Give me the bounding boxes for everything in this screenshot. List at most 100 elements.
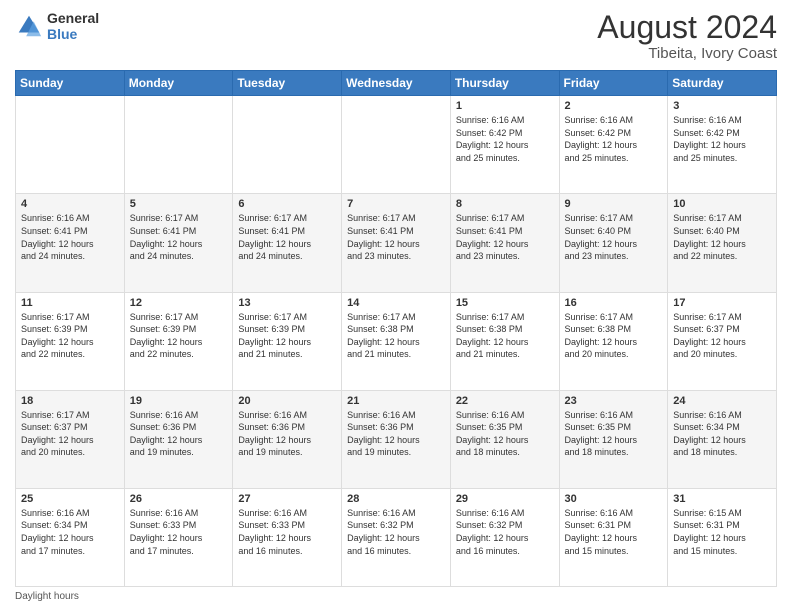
day-info: Sunrise: 6:16 AM Sunset: 6:42 PM Dayligh… [456,114,554,164]
day-info: Sunrise: 6:15 AM Sunset: 6:31 PM Dayligh… [673,507,771,557]
title-block: August 2024 Tibeita, Ivory Coast [597,10,777,62]
page: General Blue August 2024 Tibeita, Ivory … [0,0,792,612]
day-info: Sunrise: 6:16 AM Sunset: 6:35 PM Dayligh… [565,409,663,459]
day-number: 24 [673,395,771,407]
calendar-cell: 21 Sunrise: 6:16 AM Sunset: 6:36 PM Dayli… [342,390,451,488]
calendar-cell: 31 Sunrise: 6:15 AM Sunset: 6:31 PM Dayli… [668,488,777,586]
day-number: 1 [456,100,554,112]
calendar-cell: 3 Sunrise: 6:16 AM Sunset: 6:42 PM Daylig… [668,96,777,194]
day-number: 8 [456,198,554,210]
day-number: 20 [238,395,336,407]
day-info: Sunrise: 6:16 AM Sunset: 6:33 PM Dayligh… [130,507,228,557]
day-info: Sunrise: 6:16 AM Sunset: 6:36 PM Dayligh… [130,409,228,459]
day-info: Sunrise: 6:16 AM Sunset: 6:35 PM Dayligh… [456,409,554,459]
calendar-cell: 4Sunrise: 6:16 AM Sunset: 6:41 PM Daylig… [16,194,125,292]
day-number: 5 [130,198,228,210]
day-info: Sunrise: 6:16 AM Sunset: 6:32 PM Dayligh… [456,507,554,557]
calendar-cell: 18 Sunrise: 6:17 AM Sunset: 6:37 PM Dayli… [16,390,125,488]
day-info: Sunrise: 6:16 AM Sunset: 6:32 PM Dayligh… [347,507,445,557]
day-info: Sunrise: 6:16 AM Sunset: 6:36 PM Dayligh… [347,409,445,459]
day-info: Sunrise: 6:17 AM Sunset: 6:38 PM Dayligh… [347,311,445,361]
main-title: August 2024 [597,10,777,45]
calendar-cell: 23 Sunrise: 6:16 AM Sunset: 6:35 PM Dayli… [559,390,668,488]
footer-note: Daylight hours [15,591,777,602]
day-number: 10 [673,198,771,210]
day-of-week-header: Tuesday [233,71,342,96]
calendar-cell: 10Sunrise: 6:17 AM Sunset: 6:40 PM Dayli… [668,194,777,292]
day-of-week-header: Saturday [668,71,777,96]
calendar-cell: 27 Sunrise: 6:16 AM Sunset: 6:33 PM Dayli… [233,488,342,586]
logo-icon [15,12,43,40]
calendar-cell: 29 Sunrise: 6:16 AM Sunset: 6:32 PM Dayli… [450,488,559,586]
calendar-cell: 11 Sunrise: 6:17 AM Sunset: 6:39 PM Dayli… [16,292,125,390]
calendar-cell: 19 Sunrise: 6:16 AM Sunset: 6:36 PM Dayli… [124,390,233,488]
day-of-week-header: Friday [559,71,668,96]
calendar-cell: 8 Sunrise: 6:17 AM Sunset: 6:41 PM Daylig… [450,194,559,292]
day-info: Sunrise: 6:17 AM Sunset: 6:41 PM Dayligh… [456,212,554,262]
day-number: 2 [565,100,663,112]
day-info: Sunrise: 6:17 AM Sunset: 6:39 PM Dayligh… [21,311,119,361]
calendar-cell [342,96,451,194]
day-info: Sunrise: 6:17 AM Sunset: 6:41 PM Dayligh… [238,212,336,262]
day-info: Sunrise: 6:17 AM Sunset: 6:38 PM Dayligh… [565,311,663,361]
day-number: 30 [565,493,663,505]
day-info: Sunrise: 6:17 AM Sunset: 6:41 PM Dayligh… [130,212,228,262]
calendar-cell: 9 Sunrise: 6:17 AM Sunset: 6:40 PM Daylig… [559,194,668,292]
calendar-cell: 1 Sunrise: 6:16 AM Sunset: 6:42 PM Daylig… [450,96,559,194]
calendar-cell: 15 Sunrise: 6:17 AM Sunset: 6:38 PM Dayli… [450,292,559,390]
day-number: 15 [456,297,554,309]
day-number: 9 [565,198,663,210]
calendar-cell: 7 Sunrise: 6:17 AM Sunset: 6:41 PM Daylig… [342,194,451,292]
day-number: 19 [130,395,228,407]
day-number: 16 [565,297,663,309]
day-number: 23 [565,395,663,407]
calendar-cell: 6 Sunrise: 6:17 AM Sunset: 6:41 PM Daylig… [233,194,342,292]
day-info: Sunrise: 6:17 AM Sunset: 6:39 PM Dayligh… [130,311,228,361]
day-info: Sunrise: 6:16 AM Sunset: 6:34 PM Dayligh… [673,409,771,459]
calendar-cell: 5 Sunrise: 6:17 AM Sunset: 6:41 PM Daylig… [124,194,233,292]
day-info: Sunrise: 6:16 AM Sunset: 6:42 PM Dayligh… [565,114,663,164]
header: General Blue August 2024 Tibeita, Ivory … [15,10,777,62]
day-number: 3 [673,100,771,112]
day-number: 27 [238,493,336,505]
day-number: 29 [456,493,554,505]
day-number: 22 [456,395,554,407]
day-number: 13 [238,297,336,309]
day-info: Sunrise: 6:17 AM Sunset: 6:41 PM Dayligh… [347,212,445,262]
day-number: 7 [347,198,445,210]
calendar-cell: 14 Sunrise: 6:17 AM Sunset: 6:38 PM Dayli… [342,292,451,390]
day-info: Sunrise: 6:16 AM Sunset: 6:33 PM Dayligh… [238,507,336,557]
day-info: Sunrise: 6:17 AM Sunset: 6:37 PM Dayligh… [673,311,771,361]
calendar-cell: 30 Sunrise: 6:16 AM Sunset: 6:31 PM Dayli… [559,488,668,586]
calendar-cell: 26 Sunrise: 6:16 AM Sunset: 6:33 PM Dayli… [124,488,233,586]
day-info: Sunrise: 6:16 AM Sunset: 6:31 PM Dayligh… [565,507,663,557]
day-info: Sunrise: 6:17 AM Sunset: 6:37 PM Dayligh… [21,409,119,459]
day-info: Sunrise: 6:17 AM Sunset: 6:39 PM Dayligh… [238,311,336,361]
calendar-table: SundayMondayTuesdayWednesdayThursdayFrid… [15,70,777,587]
day-number: 21 [347,395,445,407]
calendar-cell: 13 Sunrise: 6:17 AM Sunset: 6:39 PM Dayli… [233,292,342,390]
day-number: 18 [21,395,119,407]
day-number: 17 [673,297,771,309]
day-number: 14 [347,297,445,309]
logo: General Blue [15,10,99,42]
calendar-cell [233,96,342,194]
day-number: 26 [130,493,228,505]
day-number: 25 [21,493,119,505]
day-info: Sunrise: 6:16 AM Sunset: 6:42 PM Dayligh… [673,114,771,164]
day-number: 6 [238,198,336,210]
day-number: 28 [347,493,445,505]
calendar-cell: 28 Sunrise: 6:16 AM Sunset: 6:32 PM Dayli… [342,488,451,586]
day-of-week-header: Thursday [450,71,559,96]
calendar-cell: 16 Sunrise: 6:17 AM Sunset: 6:38 PM Dayli… [559,292,668,390]
calendar-cell [16,96,125,194]
day-number: 12 [130,297,228,309]
day-info: Sunrise: 6:16 AM Sunset: 6:41 PM Dayligh… [21,212,119,262]
day-info: Sunrise: 6:17 AM Sunset: 6:38 PM Dayligh… [456,311,554,361]
logo-text: General Blue [47,10,99,42]
day-info: Sunrise: 6:17 AM Sunset: 6:40 PM Dayligh… [565,212,663,262]
sub-title: Tibeita, Ivory Coast [597,45,777,62]
day-number: 11 [21,297,119,309]
day-number: 31 [673,493,771,505]
calendar-cell: 22 Sunrise: 6:16 AM Sunset: 6:35 PM Dayli… [450,390,559,488]
